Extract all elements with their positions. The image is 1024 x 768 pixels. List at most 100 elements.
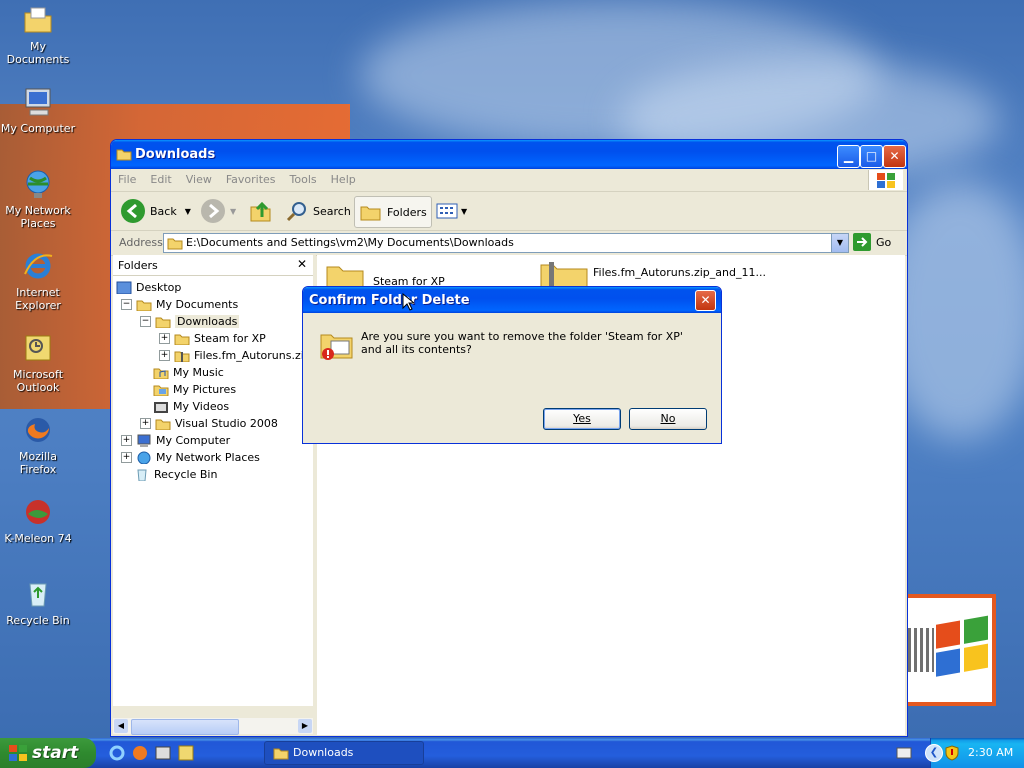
back-button[interactable]: Back ▼ bbox=[121, 196, 191, 226]
menu-favorites[interactable]: Favorites bbox=[219, 169, 283, 190]
folders-button[interactable]: Folders bbox=[354, 196, 432, 228]
desktop-icon bbox=[116, 281, 132, 294]
desktop-icon-label: My Computer bbox=[0, 122, 76, 135]
menu-edit[interactable]: Edit bbox=[143, 169, 178, 190]
tree-item-recycle-bin[interactable]: Recycle Bin bbox=[134, 466, 217, 482]
tree-item-downloads[interactable]: − Downloads bbox=[140, 313, 240, 329]
menu-bar: File Edit View Favorites Tools Help bbox=[111, 169, 907, 192]
back-label: Back bbox=[150, 204, 177, 218]
menu-view[interactable]: View bbox=[179, 169, 219, 190]
videos-folder-icon bbox=[154, 401, 168, 413]
show-desktop-icon[interactable] bbox=[154, 744, 172, 762]
maximize-button[interactable]: □ bbox=[860, 145, 883, 168]
up-folder-icon bbox=[250, 201, 271, 222]
minimize-button[interactable]: ▁ bbox=[837, 145, 860, 168]
folders-pane-header: Folders ✕ bbox=[113, 255, 313, 276]
go-button[interactable]: Go bbox=[853, 233, 891, 251]
standard-toolbar: Back ▼ ▼ Search Folders ▼ bbox=[111, 192, 907, 231]
horizontal-scrollbar[interactable]: ◀ ▶ bbox=[113, 718, 313, 735]
scroll-right-button[interactable]: ▶ bbox=[298, 719, 312, 733]
tree-item-my-network-places[interactable]: + My Network Places bbox=[121, 449, 260, 465]
windows-logo bbox=[908, 598, 992, 702]
views-icon bbox=[436, 203, 458, 219]
no-button[interactable]: No bbox=[629, 408, 707, 430]
desktop-icon-recycle-bin[interactable]: Recycle Bin bbox=[0, 578, 76, 627]
folder-documents-icon bbox=[136, 300, 152, 311]
tree-item-my-music[interactable]: My Music bbox=[153, 364, 224, 380]
outlook-icon[interactable] bbox=[177, 744, 195, 762]
folder-icon bbox=[167, 238, 183, 250]
start-button[interactable]: start bbox=[0, 738, 96, 768]
desktop-icon-microsoft-outlook[interactable]: Microsoft Outlook bbox=[0, 332, 76, 394]
expand-icon[interactable]: + bbox=[140, 417, 151, 429]
expand-icon[interactable]: + bbox=[121, 451, 132, 463]
chevron-down-icon: ▼ bbox=[461, 206, 468, 216]
tree-item-desktop[interactable]: Desktop bbox=[116, 279, 181, 295]
windows-logo-icon bbox=[9, 745, 27, 761]
collapse-icon[interactable]: − bbox=[140, 315, 151, 327]
expand-icon[interactable]: + bbox=[159, 349, 170, 361]
search-button[interactable]: Search bbox=[285, 196, 351, 226]
mouse-cursor-icon bbox=[402, 293, 414, 311]
address-input[interactable]: E:\Documents and Settings\vm2\My Documen… bbox=[163, 233, 849, 253]
tree-label: My Pictures bbox=[173, 382, 237, 396]
folders-pane-title: Folders bbox=[118, 259, 158, 272]
tree-item-visual-studio[interactable]: + Visual Studio 2008 bbox=[140, 415, 278, 431]
tree-label: My Documents bbox=[156, 297, 239, 311]
dialog-titlebar[interactable]: Confirm Folder Delete ✕ bbox=[303, 287, 721, 313]
chevron-down-icon: ▼ bbox=[184, 206, 191, 216]
expand-icon[interactable]: + bbox=[121, 434, 132, 446]
desktop-icon-label: Internet Explorer bbox=[15, 286, 61, 312]
k-meleon-icon bbox=[22, 496, 54, 528]
desktop-icon-mozilla-firefox[interactable]: Mozilla Firefox bbox=[0, 414, 76, 476]
delete-folder-warning-icon bbox=[320, 334, 353, 360]
scroll-left-button[interactable]: ◀ bbox=[114, 719, 128, 733]
forward-button[interactable]: ▼ bbox=[201, 196, 236, 226]
window-titlebar[interactable]: Downloads ▁ □ ✕ bbox=[111, 140, 907, 169]
tree-label: Files.fm_Autoruns.zip_ bbox=[194, 348, 317, 362]
close-pane-button[interactable]: ✕ bbox=[297, 257, 307, 271]
menu-tools[interactable]: Tools bbox=[283, 169, 324, 190]
collapse-icon[interactable]: − bbox=[121, 298, 132, 310]
menu-help[interactable]: Help bbox=[324, 169, 363, 190]
start-label: start bbox=[32, 743, 79, 763]
desktop-icon-internet-explorer[interactable]: Internet Explorer bbox=[0, 250, 76, 312]
views-button[interactable]: ▼ bbox=[435, 196, 467, 226]
chevron-left-icon[interactable]: ❮ bbox=[925, 744, 943, 762]
tree-item-files-fm[interactable]: + Files.fm_Autoruns.zip_ bbox=[159, 347, 316, 363]
tree-item-my-pictures[interactable]: My Pictures bbox=[153, 381, 236, 397]
tree-label: Recycle Bin bbox=[154, 467, 218, 481]
folder-open-icon bbox=[155, 317, 171, 328]
up-folder-button[interactable] bbox=[249, 196, 273, 226]
tree-item-my-computer[interactable]: + My Computer bbox=[121, 432, 230, 448]
menu-file[interactable]: File bbox=[111, 169, 143, 190]
keyboard-icon[interactable] bbox=[896, 747, 912, 759]
dialog-close-button[interactable]: ✕ bbox=[695, 290, 716, 311]
desktop-icon-my-computer[interactable]: My Computer bbox=[0, 86, 76, 135]
internet-explorer-icon[interactable] bbox=[108, 744, 126, 762]
desktop-icon-label: My Documents bbox=[6, 40, 70, 66]
chevron-down-icon: ▼ bbox=[230, 206, 237, 216]
scroll-thumb[interactable] bbox=[131, 719, 239, 735]
security-shield-icon[interactable] bbox=[945, 745, 959, 761]
tree-item-my-videos[interactable]: My Videos bbox=[153, 398, 229, 414]
folder-icon bbox=[116, 149, 132, 161]
taskbar-item-label: Downloads bbox=[293, 746, 354, 759]
yes-button[interactable]: Yes bbox=[543, 408, 621, 430]
clock[interactable]: 2:30 AM bbox=[968, 746, 1013, 759]
address-dropdown[interactable]: ▼ bbox=[831, 234, 848, 252]
taskbar-item-downloads[interactable]: Downloads bbox=[264, 741, 424, 765]
desktop-icon-my-network-places[interactable]: My Network Places bbox=[0, 168, 76, 230]
desktop-icon-k-meleon[interactable]: K-Meleon 74 bbox=[0, 496, 76, 545]
tree-item-steam-for-xp[interactable]: + Steam for XP bbox=[159, 330, 266, 346]
folder-icon bbox=[174, 334, 190, 345]
expand-icon[interactable]: + bbox=[159, 332, 170, 344]
close-button[interactable]: ✕ bbox=[883, 145, 906, 168]
tree-item-my-documents[interactable]: − My Documents bbox=[121, 296, 238, 312]
desktop-icon-my-documents[interactable]: My Documents bbox=[0, 4, 76, 66]
internet-explorer-icon bbox=[22, 250, 54, 282]
network-globe-icon bbox=[22, 168, 54, 200]
firefox-icon[interactable] bbox=[131, 744, 149, 762]
search-icon bbox=[286, 202, 306, 222]
folder-icon bbox=[273, 748, 289, 760]
